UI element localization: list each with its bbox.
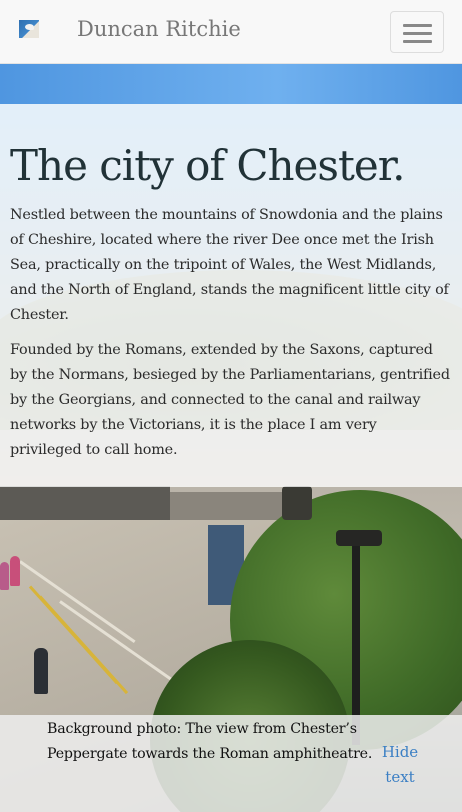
photo-caption: Background photo: The view from Chester’…	[47, 721, 373, 762]
menu-toggle-button[interactable]	[390, 11, 444, 53]
hamburger-menu-icon	[403, 40, 432, 43]
hamburger-menu-icon	[403, 24, 432, 27]
intro-paragraph: Nestled between the mountains of Snowdon…	[10, 207, 449, 323]
navbar: Duncan Ritchie	[0, 0, 462, 64]
pedestrian	[10, 556, 20, 586]
intro-paragraph: Founded by the Romans, extended by the S…	[10, 342, 450, 458]
pedestrian	[34, 648, 48, 694]
lamp-head	[336, 530, 382, 546]
brand-name[interactable]: Duncan Ritchie	[77, 17, 241, 41]
bird-logo-icon[interactable]	[19, 20, 39, 38]
photo-caption-bar: Background photo: The view from Chester’…	[0, 715, 462, 812]
sky	[0, 64, 462, 104]
hamburger-menu-icon	[403, 32, 432, 35]
pedestrian	[0, 562, 9, 590]
page-title: The city of Chester.	[10, 141, 406, 190]
intro-panel: The city of Chester. Nestled between the…	[0, 104, 462, 487]
hide-text-link[interactable]: Hide text	[374, 740, 426, 790]
lantern	[282, 486, 312, 520]
